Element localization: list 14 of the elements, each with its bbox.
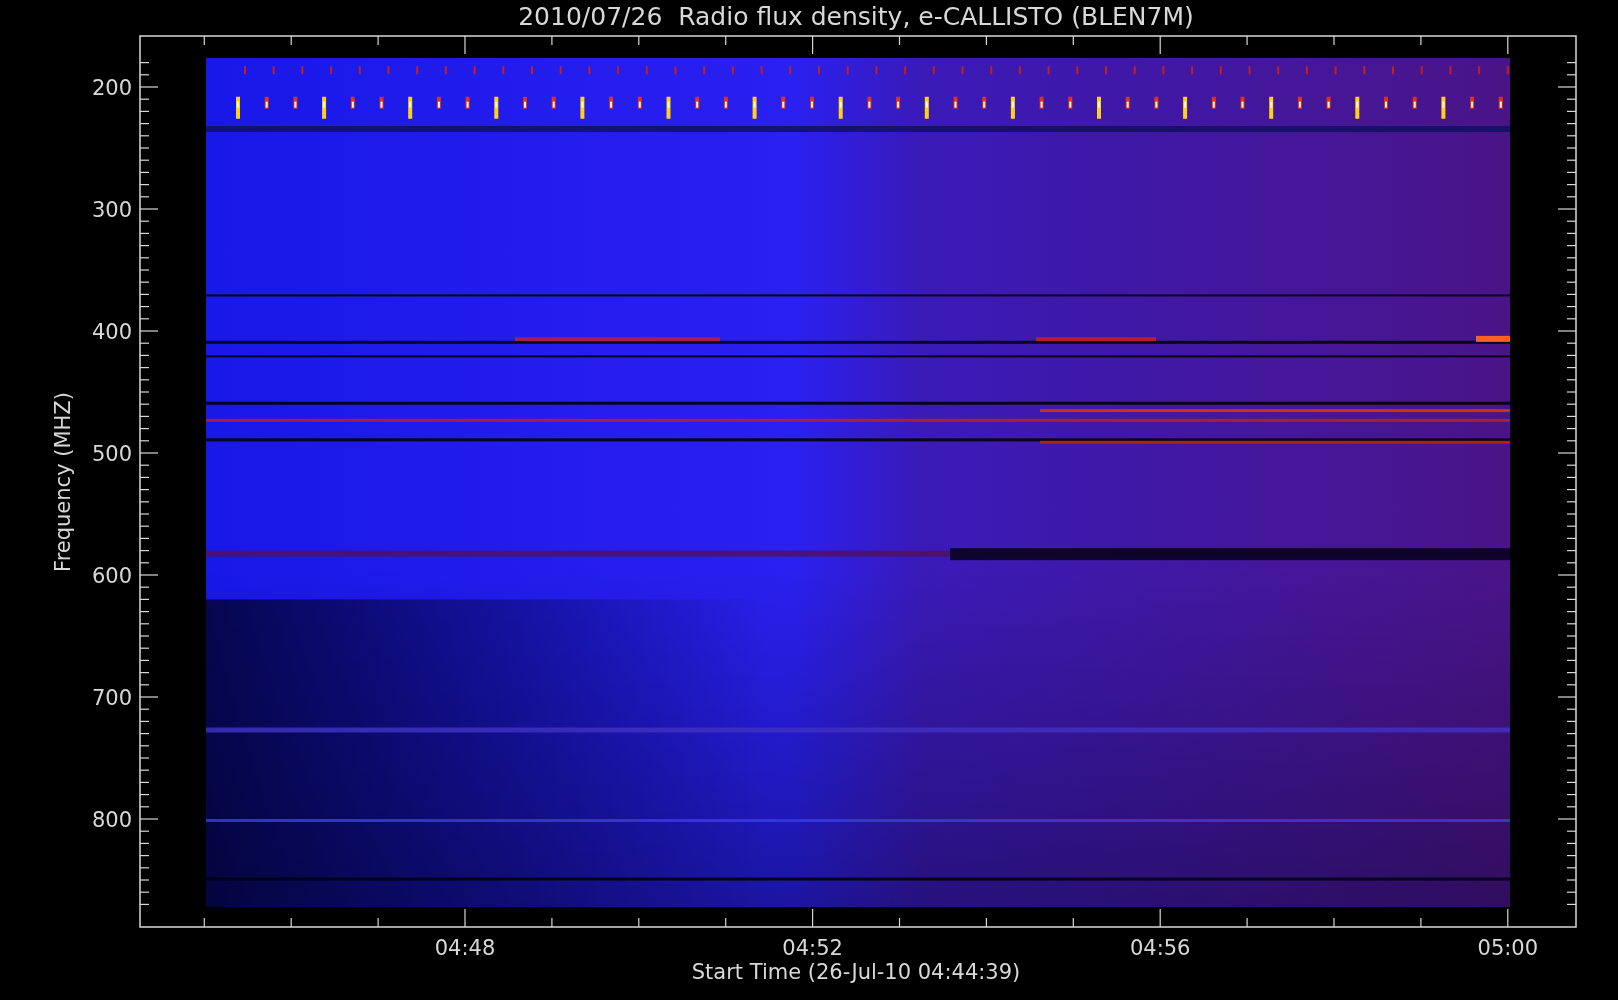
x-tick-label: 04:48	[434, 936, 496, 960]
y-tick-label: 200	[91, 76, 132, 100]
y-tick-label: 400	[91, 320, 132, 344]
y-axis-label: Frequency (MHZ)	[51, 392, 75, 572]
x-tick-label: 04:56	[1129, 936, 1191, 960]
y-tick-label: 700	[91, 686, 132, 710]
y-tick-label: 500	[91, 442, 132, 466]
y-tick-label: 300	[91, 198, 132, 222]
x-tick-label: 04:52	[782, 936, 843, 960]
y-tick-label: 800	[91, 808, 132, 832]
x-axis-label: Start Time (26-Jul-10 04:44:39)	[691, 960, 1021, 984]
y-tick-label: 600	[91, 564, 132, 588]
chart-title: 2010/07/26 Radio flux density, e-CALLISTO (BLEN7M)	[518, 2, 1194, 31]
x-tick-label: 05:00	[1477, 936, 1539, 960]
